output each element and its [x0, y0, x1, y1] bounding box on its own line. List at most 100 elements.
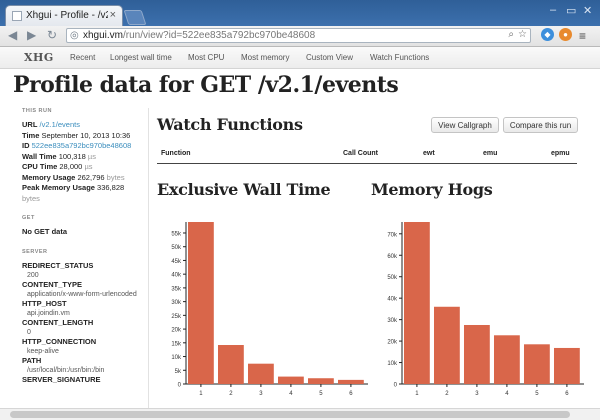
y-tick-label: 20k	[387, 340, 398, 346]
maximize-icon[interactable]: ▭	[566, 4, 576, 17]
favicon-icon	[12, 11, 22, 21]
run-memory: Memory Usage 262,796 bytes	[22, 173, 140, 184]
server-key: REDIRECT_STATUS	[22, 260, 94, 270]
bar	[188, 222, 214, 384]
col-function[interactable]: Function	[161, 150, 191, 157]
server-key: SERVER_SIGNATURE	[22, 374, 101, 384]
memory-hogs-chart: 0 10k 20k 30k 40k 50k 60k 70k 1 2 3 4 5 6	[387, 222, 584, 397]
bar	[434, 306, 460, 384]
y-tick-label: 10k	[387, 361, 398, 367]
nav-link-longest-wall-time[interactable]: Longest wall time	[110, 53, 172, 62]
server-value: 0	[27, 328, 31, 336]
bar	[218, 345, 244, 384]
peak-memory-unit: bytes	[22, 193, 40, 203]
wall-time-label: Wall Time	[22, 151, 57, 161]
nav-link-custom-view[interactable]: Custom View	[306, 53, 353, 62]
memory-unit: bytes	[106, 172, 125, 182]
bar	[278, 376, 304, 384]
url-path: /run/view?id=522ee835a792bc970be48608	[123, 30, 316, 41]
scrollbar-thumb[interactable]	[10, 411, 570, 418]
y-tick-label: 40k	[387, 297, 398, 303]
back-arrow-icon[interactable]: ◀	[8, 28, 17, 42]
memory-label: Memory Usage	[22, 172, 76, 182]
tab-close-icon[interactable]: ×	[110, 9, 116, 21]
extension-icon[interactable]: ◆	[541, 28, 554, 41]
run-url-label: URL	[22, 120, 38, 129]
y-tick-label: 45k	[171, 259, 182, 265]
url-text: xhgui.vm/run/view?id=522ee835a792bc970be…	[83, 30, 315, 41]
bar	[404, 222, 430, 384]
col-emu[interactable]: emu	[483, 150, 497, 157]
minimize-icon[interactable]: –	[550, 4, 556, 16]
x-tick-label: 2	[229, 391, 233, 397]
run-id-link[interactable]: 522ee835a792bc970be48608	[32, 141, 132, 150]
y-tick-label: 0	[394, 383, 398, 389]
reload-icon[interactable]: ↻	[47, 28, 57, 42]
sidebar-divider	[148, 108, 149, 408]
memory-value: 262,796	[77, 172, 105, 182]
server-key: HTTP_HOST	[22, 298, 67, 308]
forward-arrow-icon[interactable]: ▶	[27, 28, 36, 42]
nav-link-watch-functions[interactable]: Watch Functions	[370, 53, 429, 62]
y-tick-label: 50k	[171, 245, 182, 251]
y-tick-label: 70k	[387, 232, 398, 238]
y-tick-label: 20k	[171, 328, 182, 334]
new-tab-button[interactable]	[123, 10, 147, 25]
run-peak-memory: Peak Memory Usage 336,828 bytes	[22, 183, 140, 204]
search-icon[interactable]: ⌕	[508, 29, 514, 40]
browser-menu-icon[interactable]: ≡	[579, 29, 586, 43]
window-close-icon[interactable]: ✕	[583, 4, 592, 17]
nav-link-most-cpu[interactable]: Most CPU	[188, 53, 224, 62]
peak-memory-value: 336,828	[97, 183, 125, 192]
exclusive-wall-time-heading: Exclusive Wall Time	[157, 180, 331, 199]
nav-link-most-memory[interactable]: Most memory	[241, 53, 289, 62]
cpu-time-value: 28,000	[59, 162, 83, 171]
browser-tab[interactable]: Xhgui - Profile - /v2.1/ev ×	[5, 5, 123, 26]
run-time-value: September 10, 2013 10:36	[41, 130, 131, 140]
view-callgraph-button[interactable]: View Callgraph	[431, 117, 499, 133]
y-tick-label: 60k	[387, 254, 398, 260]
bar	[464, 324, 490, 384]
run-cpu-time: CPU Time 28,000 µs	[22, 162, 140, 173]
col-ewt[interactable]: ewt	[423, 150, 435, 157]
run-id-label: ID	[22, 141, 30, 150]
app-navbar: XHG Recent Longest wall time Most CPU Mo…	[0, 47, 600, 69]
memory-hogs-heading: Memory Hogs	[371, 180, 493, 199]
y-tick-label: 30k	[387, 318, 398, 324]
y-tick-label: 35k	[171, 286, 182, 292]
run-id: ID 522ee835a792bc970be48608	[22, 141, 140, 152]
x-tick-label: 3	[475, 391, 479, 397]
x-tick-label: 2	[445, 391, 449, 397]
brand-logo[interactable]: XHG	[24, 51, 54, 64]
y-tick-label: 40k	[171, 273, 182, 279]
server-heading: SERVER	[22, 248, 48, 255]
horizontal-scrollbar[interactable]	[0, 408, 600, 420]
run-time: Time September 10, 2013 10:36	[22, 131, 140, 142]
cpu-time-label: CPU Time	[22, 162, 58, 171]
server-value: api.joindin.vm	[27, 309, 70, 317]
bookmark-star-icon[interactable]: ☆	[518, 29, 527, 40]
col-call-count[interactable]: Call Count	[343, 150, 378, 157]
run-url: URL /v2.1/events	[22, 120, 140, 131]
peak-memory-label: Peak Memory Usage	[22, 183, 95, 192]
extension-cookie-icon[interactable]: ●	[559, 28, 572, 41]
run-url-link[interactable]: /v2.1/events	[40, 120, 80, 129]
bar	[554, 347, 580, 384]
x-tick-label: 4	[505, 391, 509, 397]
server-key: CONTENT_LENGTH	[22, 317, 94, 327]
compare-run-button[interactable]: Compare this run	[503, 117, 578, 133]
nav-link-recent[interactable]: Recent	[70, 53, 95, 62]
page-info-icon: ◎	[70, 30, 79, 41]
sidebar: THIS RUN URL /v2.1/events Time September…	[22, 108, 140, 385]
x-tick-label: 5	[319, 391, 323, 397]
x-tick-label: 6	[349, 391, 353, 397]
y-tick-label: 15k	[171, 341, 182, 347]
watch-functions-table-header: Function Call Count ewt emu epmu	[157, 147, 577, 164]
server-key: HTTP_CONNECTION	[22, 336, 97, 346]
bar	[308, 378, 334, 384]
y-tick-label: 30k	[171, 300, 182, 306]
server-key: PATH	[22, 355, 42, 365]
address-bar[interactable]: ◎ xhgui.vm/run/view?id=522ee835a792bc970…	[66, 28, 531, 43]
bar	[494, 335, 520, 384]
col-epmu[interactable]: epmu	[551, 150, 570, 157]
